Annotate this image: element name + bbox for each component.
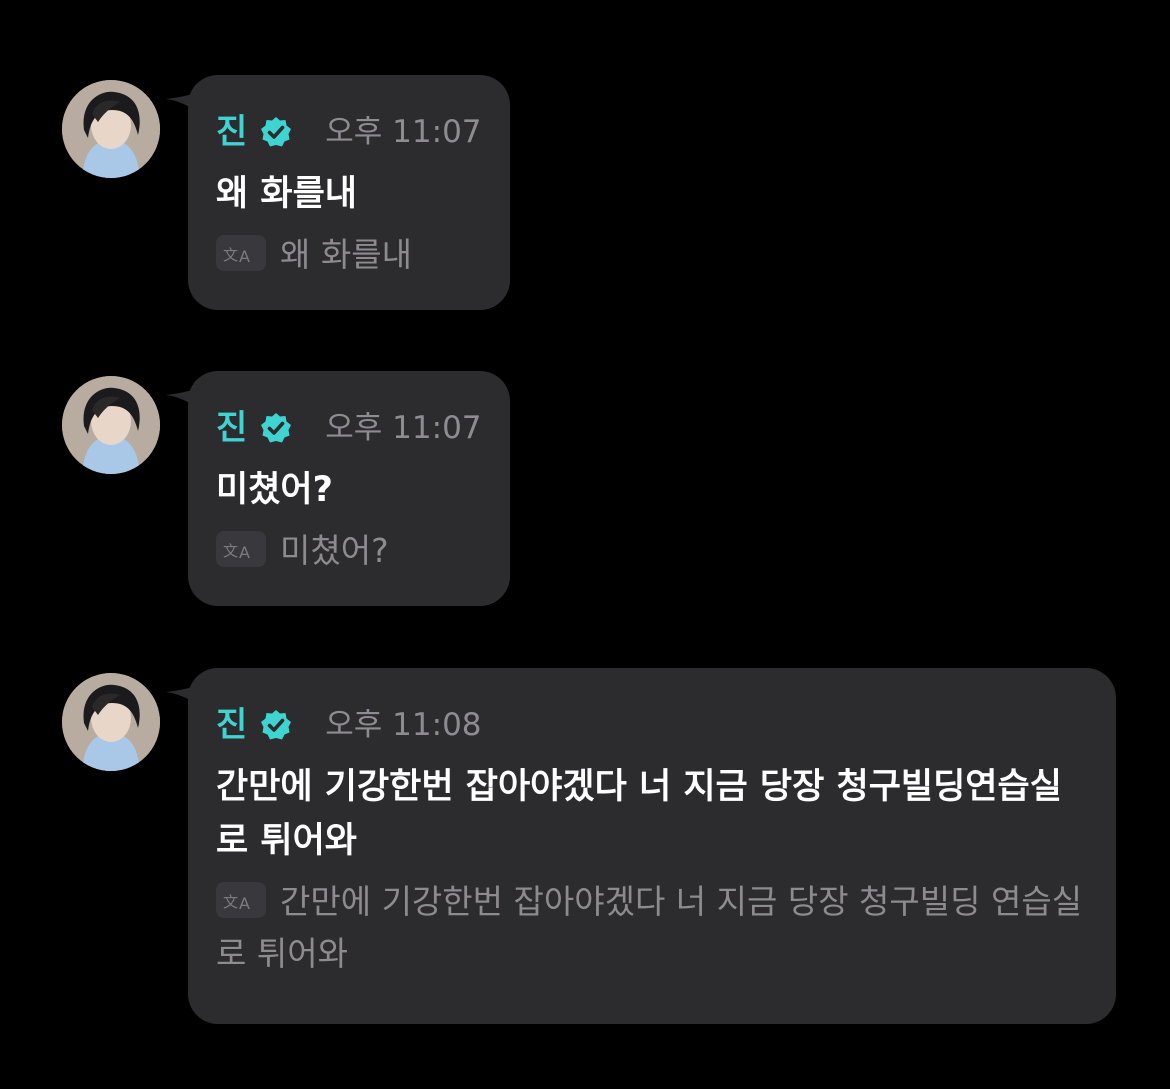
bubble-tail [166,385,206,413]
translation-text: 미쳤어? [280,531,389,570]
message-bubble[interactable]: 진 오후 11:07 왜 화를내 文 A 왜 화를내 [166,75,510,310]
translate-icon[interactable]: 文 A [216,530,266,567]
translation-text: 간만에 기강한번 잡아야겠다 너 지금 당장 청구빌딩 연습실로 튀어와 [216,882,1083,973]
svg-text:A: A [239,894,250,913]
bubble-tail [166,89,206,117]
verified-badge-icon [261,710,292,740]
sender-name[interactable]: 진 [216,702,247,748]
avatar[interactable] [62,376,160,474]
svg-text:A: A [239,543,250,562]
message-text: 간만에 기강한번 잡아야겠다 너 지금 당장 청구빌딩연습실로 튀어와 [216,767,1062,861]
message-header: 진 오후 11:07 [216,405,482,451]
message-header: 진 오후 11:08 [216,702,1088,748]
bubble-tail [166,682,206,710]
sender-name[interactable]: 진 [216,109,247,155]
translated-text-row: 文 A 미쳤어? [216,525,482,577]
message-bubble[interactable]: 진 오후 11:08 간만에 기강한번 잡아야겠다 너 지금 당장 청구빌딩연습… [166,668,1116,1024]
translate-icon[interactable]: 文 A [216,234,266,271]
chat-view: 진 오후 11:07 왜 화를내 文 A 왜 화를내 진 오후 11:07 미쳤… [0,0,1170,1089]
translated-text-row: 文 A 간만에 기강한번 잡아야겠다 너 지금 당장 청구빌딩 연습실로 튀어와 [216,876,1088,980]
translate-icon[interactable]: 文 A [216,881,266,918]
svg-text:A: A [239,247,250,266]
translated-text-row: 文 A 왜 화를내 [216,229,482,281]
message-text: 미쳤어? [216,470,333,510]
translation-text: 왜 화를내 [280,235,412,274]
message-time: 오후 11:07 [325,114,482,150]
message-bubble[interactable]: 진 오후 11:07 미쳤어? 文 A 미쳤어? [166,371,510,606]
avatar[interactable] [62,80,160,178]
message-time: 오후 11:07 [325,410,482,446]
sender-name[interactable]: 진 [216,405,247,451]
verified-badge-icon [261,117,292,147]
svg-text:文: 文 [223,246,238,264]
svg-text:文: 文 [223,542,238,560]
message-header: 진 오후 11:07 [216,109,482,155]
avatar[interactable] [62,673,160,771]
message-text: 왜 화를내 [216,174,357,214]
message-time: 오후 11:08 [325,707,482,743]
verified-badge-icon [261,413,292,443]
svg-text:文: 文 [223,893,238,911]
